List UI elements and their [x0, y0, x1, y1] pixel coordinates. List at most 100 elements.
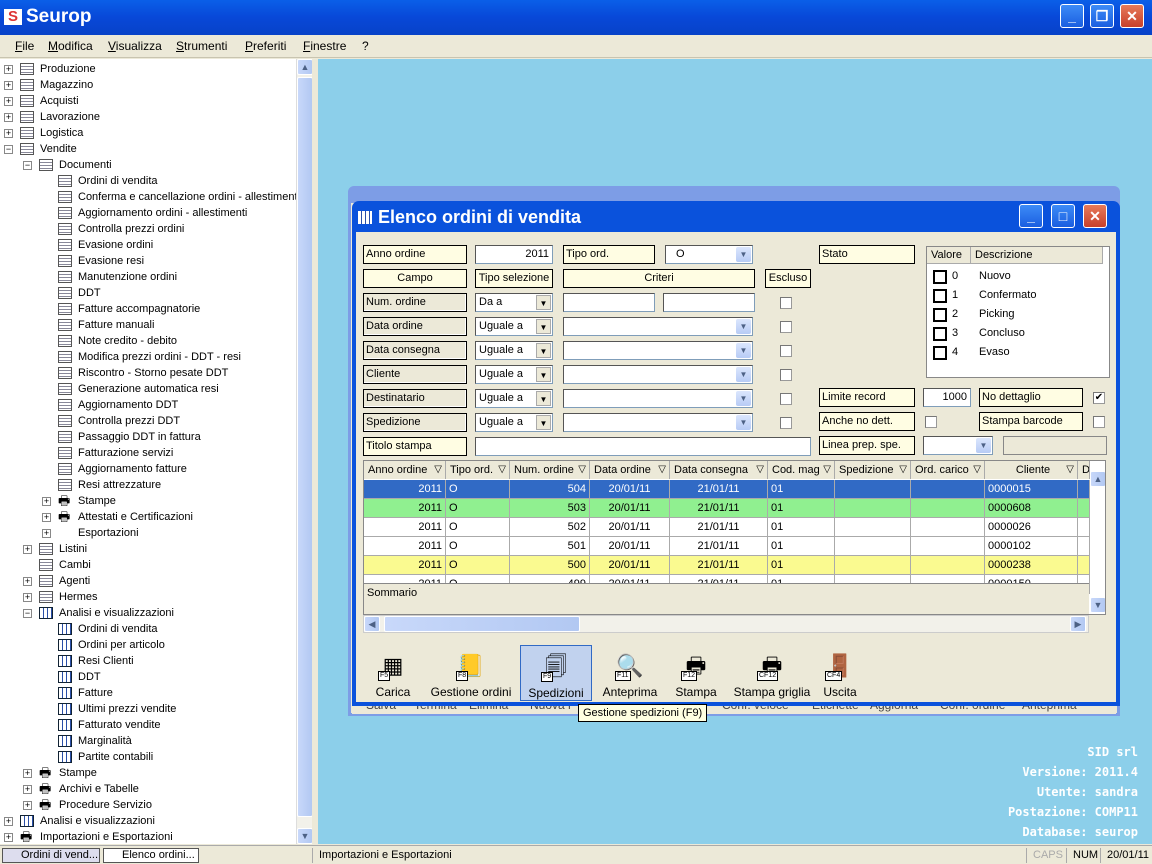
checkbox[interactable]	[933, 270, 947, 284]
spedizioni-button[interactable]: 🗐 F9 Spedizioni	[520, 645, 592, 701]
tree-item-importazioni-e-esportazioni[interactable]: + 🖶 Importazioni e Esportazioni	[0, 829, 296, 844]
chevron-down-icon[interactable]: ▼	[536, 367, 551, 382]
expand-icon[interactable]: +	[23, 785, 32, 794]
stampa-griglia-button[interactable]: 🖶 CF12 Stampa griglia	[728, 645, 816, 701]
num-ordine-from-input[interactable]	[563, 293, 655, 312]
filter-icon[interactable]: ▽	[756, 461, 764, 479]
tree-item-agenti[interactable]: + Agenti	[0, 573, 296, 589]
filter-icon[interactable]: ▽	[823, 461, 831, 479]
stato-item-confermato[interactable]: 1 Confermato	[933, 286, 1103, 305]
data-ordine-criteria-select[interactable]: ▼	[563, 317, 753, 336]
tree-item-magazzino[interactable]: + Magazzino	[0, 77, 296, 93]
expand-icon[interactable]: +	[23, 769, 32, 778]
menu-finestre[interactable]: Finestre	[303, 39, 346, 53]
tree-item-resi-clienti[interactable]: Resi Clienti	[0, 653, 296, 669]
uscita-button[interactable]: 🚪 CF4 Uscita	[818, 645, 862, 701]
expand-icon[interactable]: +	[23, 545, 32, 554]
tree-item-resi-attrezzature[interactable]: Resi attrezzature	[0, 477, 296, 493]
data-ordine-escluso-checkbox[interactable]	[780, 321, 792, 333]
tree-item-logistica[interactable]: + Logistica	[0, 125, 296, 141]
window-minimize-button[interactable]: _	[1019, 204, 1043, 228]
tree-item-stampe[interactable]: + 🖶 Stampe	[0, 765, 296, 781]
tree-item-evasione-ordini[interactable]: Evasione ordini	[0, 237, 296, 253]
tree-item-esportazioni[interactable]: + Esportazioni	[0, 525, 296, 541]
tree-item-manutenzione-ordini[interactable]: Manutenzione ordini	[0, 269, 296, 285]
spedizione-selection-type[interactable]: Uguale a ▼	[475, 413, 553, 432]
column-header-num-ordine[interactable]: Num. ordine ▽	[510, 461, 590, 479]
tree-item-controlla-prezzi-ordini[interactable]: Controlla prezzi ordini	[0, 221, 296, 237]
data-consegna-escluso-checkbox[interactable]	[780, 345, 792, 357]
chevron-down-icon[interactable]: ▼	[736, 391, 751, 406]
data-ordine-selection-type[interactable]: Uguale a ▼	[475, 317, 553, 336]
tree-item-ordini-di-vendita[interactable]: Ordini di vendita	[0, 173, 296, 189]
num-ordine-escluso-checkbox[interactable]	[780, 297, 792, 309]
gestione-ordini-button[interactable]: 📒 F8 Gestione ordini	[424, 645, 518, 701]
collapse-icon[interactable]: −	[23, 609, 32, 618]
anno-ordine-input[interactable]: 2011	[475, 245, 553, 264]
collapse-icon[interactable]: −	[4, 145, 13, 154]
carica-button[interactable]: ▦ F5 Carica	[364, 645, 422, 701]
scroll-down-button[interactable]: ▼	[297, 828, 313, 844]
chevron-down-icon[interactable]: ▼	[736, 343, 751, 358]
filter-icon[interactable]: ▽	[1066, 461, 1074, 479]
tree-item-analisi-e-visualizzazioni[interactable]: + Analisi e visualizzazioni	[0, 813, 296, 829]
tree-item-riscontro-storno-pesate-ddt[interactable]: Riscontro - Storno pesate DDT	[0, 365, 296, 381]
chevron-down-icon[interactable]: ▼	[976, 438, 991, 453]
collapse-icon[interactable]: −	[23, 161, 32, 170]
destinatario-selection-type[interactable]: Uguale a ▼	[475, 389, 553, 408]
stato-item-picking[interactable]: 2 Picking	[933, 305, 1103, 324]
tree-item-lavorazione[interactable]: + Lavorazione	[0, 109, 296, 125]
anche-no-dett-checkbox[interactable]	[925, 416, 937, 428]
tree-item-modifica-prezzi-ordini-ddt-resi[interactable]: Modifica prezzi ordini - DDT - resi	[0, 349, 296, 365]
chevron-down-icon[interactable]: ▼	[536, 295, 551, 310]
chevron-down-icon[interactable]: ▼	[536, 415, 551, 430]
column-header-data-ordine[interactable]: Data ordine ▽	[590, 461, 670, 479]
tree-item-analisi-e-visualizzazioni[interactable]: − Analisi e visualizzazioni	[0, 605, 296, 621]
tree-item-vendite[interactable]: − Vendite	[0, 141, 296, 157]
scroll-up-button[interactable]: ▲	[297, 59, 313, 75]
taskbar-ordini-di-vendita[interactable]: Ordini di vend...	[2, 848, 100, 863]
cliente-escluso-checkbox[interactable]	[780, 369, 792, 381]
cliente-selection-type[interactable]: Uguale a ▼	[475, 365, 553, 384]
tree-item-generazione-automatica-resi[interactable]: Generazione automatica resi	[0, 381, 296, 397]
table-row[interactable]: 2011 O 500 20/01/11 21/01/11 01 0000238	[364, 556, 1090, 575]
tree-item-ordini-di-vendita[interactable]: Ordini di vendita	[0, 621, 296, 637]
window-close-button[interactable]: ✕	[1083, 204, 1107, 228]
scroll-thumb[interactable]	[297, 77, 313, 817]
tree-item-ultimi-prezzi-vendite[interactable]: Ultimi prezzi vendite	[0, 701, 296, 717]
table-row[interactable]: 2011 O 503 20/01/11 21/01/11 01 0000608	[364, 499, 1090, 518]
expand-icon[interactable]: +	[4, 81, 13, 90]
tree-item-listini[interactable]: + Listini	[0, 541, 296, 557]
scroll-right-button[interactable]: ▶	[1070, 616, 1086, 632]
filter-icon[interactable]: ▽	[578, 461, 586, 479]
tree-item-fatturazione-servizi[interactable]: Fatturazione servizi	[0, 445, 296, 461]
destinatario-escluso-checkbox[interactable]	[780, 393, 792, 405]
valore-column-header[interactable]: Valore	[927, 247, 971, 264]
tree-item-ordini-per-articolo[interactable]: Ordini per articolo	[0, 637, 296, 653]
tree-item-stampe[interactable]: + 🖶 Stampe	[0, 493, 296, 509]
spedizione-criteria-select[interactable]: ▼	[563, 413, 753, 432]
chevron-down-icon[interactable]: ▼	[536, 343, 551, 358]
menu-preferiti[interactable]: Preferiti	[245, 39, 286, 53]
data-consegna-criteria-select[interactable]: ▼	[563, 341, 753, 360]
destinatario-criteria-select[interactable]: ▼	[563, 389, 753, 408]
menu-strumenti[interactable]: Strumenti	[176, 39, 227, 53]
column-header-cod-mag[interactable]: Cod. mag ▽	[768, 461, 835, 479]
cliente-criteria-select[interactable]: ▼	[563, 365, 753, 384]
tree-item-partite-contabili[interactable]: Partite contabili	[0, 749, 296, 765]
checkbox[interactable]	[933, 327, 947, 341]
filter-icon[interactable]: ▽	[498, 461, 506, 479]
tree-item-fatture-accompagnatorie[interactable]: Fatture accompagnatorie	[0, 301, 296, 317]
expand-icon[interactable]: +	[4, 113, 13, 122]
filter-icon[interactable]: ▽	[973, 461, 981, 479]
stato-item-evaso[interactable]: 4 Evaso	[933, 343, 1103, 362]
column-header-tipo-ord[interactable]: Tipo ord. ▽	[446, 461, 510, 479]
chevron-down-icon[interactable]: ▼	[536, 319, 551, 334]
column-header-spedizione[interactable]: Spedizione ▽	[835, 461, 911, 479]
tree-item-ddt[interactable]: DDT	[0, 669, 296, 685]
chevron-down-icon[interactable]: ▼	[736, 367, 751, 382]
tree-item-passaggio-ddt-in-fattura[interactable]: Passaggio DDT in fattura	[0, 429, 296, 445]
stato-item-nuovo[interactable]: 0 Nuovo	[933, 267, 1103, 286]
tree-item-controlla-prezzi-ddt[interactable]: Controlla prezzi DDT	[0, 413, 296, 429]
tree-item-documenti[interactable]: − Documenti	[0, 157, 296, 173]
